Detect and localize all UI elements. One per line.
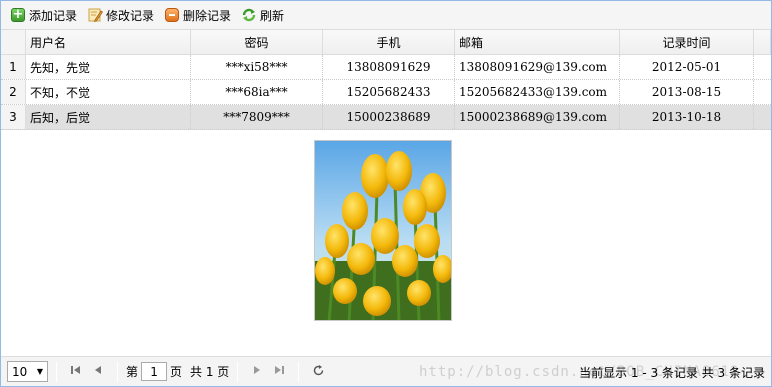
row-number-header (1, 30, 26, 54)
separator (298, 361, 300, 382)
separator (117, 361, 118, 382)
column-header-label: 密码 (244, 35, 269, 50)
add-icon: + (11, 7, 25, 22)
column-header-label: 手机 (376, 35, 401, 50)
last-page-button[interactable] (268, 361, 290, 383)
page-suffix: 页 (170, 365, 183, 379)
password-cell: ***7809*** (191, 105, 323, 129)
page-prefix: 第 (126, 365, 139, 379)
row-filler (754, 55, 771, 79)
data-grid: 用户名 密码 手机 邮箱 记录时间 1 先知，先觉 ***xi58*** 138… (1, 30, 771, 130)
add-record-button[interactable]: + 添加记录 (7, 4, 82, 26)
email-cell: 15205682433@139.com (455, 80, 620, 104)
email-cell: 15000238689@139.com (455, 105, 620, 129)
tulip-photo (314, 140, 452, 321)
column-header-label: 用户名 (30, 35, 67, 50)
edit-icon (87, 7, 104, 23)
table-row[interactable]: 1 先知，先觉 ***xi58*** 13808091629 138080916… (1, 55, 771, 80)
refresh-icon (241, 7, 257, 23)
add-record-label: 添加记录 (29, 8, 78, 23)
reload-button[interactable] (307, 361, 329, 383)
first-page-icon (70, 364, 82, 379)
row-number: 1 (1, 55, 26, 79)
time-cell: 2012-05-01 (620, 55, 754, 79)
time-cell: 2013-10-18 (620, 105, 754, 129)
password-cell: ***68ia*** (191, 80, 323, 104)
row-filler (754, 105, 771, 129)
username-cell: 不知，不觉 (26, 80, 191, 104)
prev-page-icon (92, 364, 104, 379)
column-header-label: 记录时间 (662, 35, 711, 50)
column-header-phone[interactable]: 手机 (323, 30, 455, 54)
row-number: 3 (1, 105, 26, 129)
column-header-email[interactable]: 邮箱 (455, 30, 620, 54)
grid-header: 用户名 密码 手机 邮箱 记录时间 (1, 30, 771, 55)
column-header-password[interactable]: 密码 (191, 30, 323, 54)
phone-cell: 15000238689 (323, 105, 455, 129)
next-page-button[interactable] (246, 361, 268, 383)
pagination-bar: 10 ▼ 第 页 共 1 页 (1, 356, 771, 386)
refresh-button[interactable]: 刷新 (238, 4, 289, 26)
first-page-button[interactable] (65, 361, 87, 383)
table-row[interactable]: 2 不知，不觉 ***68ia*** 15205682433 152056824… (1, 80, 771, 105)
prev-page-button[interactable] (87, 361, 109, 383)
delete-icon (164, 7, 180, 23)
password-cell: ***xi58*** (191, 55, 323, 79)
username-cell: 后知，后觉 (26, 105, 191, 129)
delete-record-label: 删除记录 (183, 8, 232, 23)
page-number-input[interactable] (141, 362, 168, 381)
page-size-select[interactable]: 10 ▼ (7, 361, 48, 382)
refresh-label: 刷新 (260, 8, 285, 23)
chevron-down-icon: ▼ (36, 367, 43, 376)
page-size-value: 10 (12, 364, 28, 379)
last-page-icon (273, 364, 285, 379)
header-filler (754, 30, 771, 54)
separator (56, 361, 57, 382)
time-cell: 2013-08-15 (620, 80, 754, 104)
next-page-icon (251, 364, 263, 379)
column-header-label: 邮箱 (459, 35, 484, 50)
phone-cell: 13808091629 (323, 55, 455, 79)
column-header-username[interactable]: 用户名 (26, 30, 191, 54)
pagination-info: 当前显示 1 - 3 条记录 共 3 条记录 (579, 365, 765, 380)
phone-cell: 15205682433 (323, 80, 455, 104)
row-number: 2 (1, 80, 26, 104)
total-pages: 共 1 页 (190, 365, 230, 379)
table-row-selected[interactable]: 3 后知，后觉 ***7809*** 15000238689 150002386… (1, 105, 771, 130)
edit-record-label: 修改记录 (106, 8, 155, 23)
delete-record-button[interactable]: 删除记录 (161, 4, 236, 26)
email-cell: 13808091629@139.com (455, 55, 620, 79)
username-cell: 先知，先觉 (26, 55, 191, 79)
column-header-time[interactable]: 记录时间 (620, 30, 754, 54)
edit-record-button[interactable]: 修改记录 (84, 4, 159, 26)
separator (237, 361, 239, 382)
datagrid-panel: + 添加记录 修改记录 删除记录 刷新 用户名 密码 手机 邮箱 记录时间 1 … (0, 0, 772, 387)
row-filler (754, 80, 771, 104)
reload-icon (312, 364, 325, 380)
toolbar: + 添加记录 修改记录 删除记录 刷新 (1, 1, 771, 30)
